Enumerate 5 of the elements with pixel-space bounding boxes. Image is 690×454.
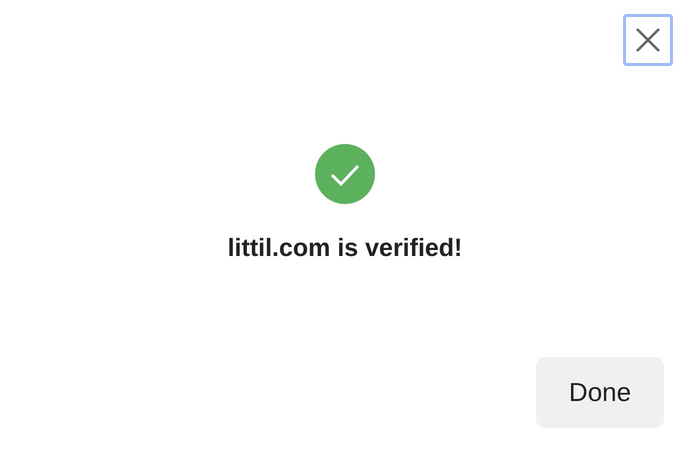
check-icon — [315, 144, 375, 204]
verified-message: littil.com is verified! — [228, 233, 462, 264]
close-icon — [635, 27, 661, 53]
done-button[interactable]: Done — [536, 357, 664, 428]
close-button[interactable] — [623, 14, 673, 66]
